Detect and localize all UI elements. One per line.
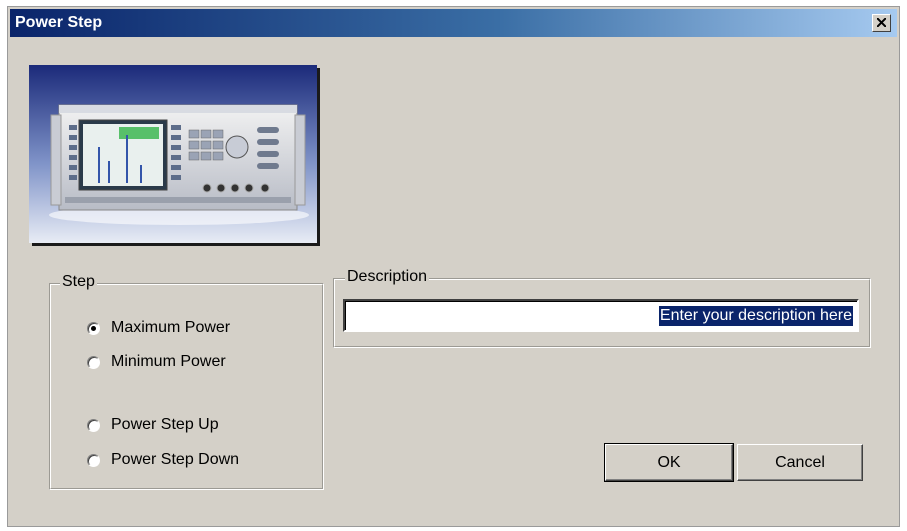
ok-button[interactable]: OK — [604, 443, 734, 482]
radio-indicator[interactable] — [87, 418, 100, 432]
radio-indicator[interactable] — [87, 453, 100, 467]
description-group: Description Enter your description here — [333, 268, 871, 348]
description-input[interactable]: Enter your description here — [343, 299, 859, 332]
radio-minimum-power[interactable]: Minimum Power — [87, 352, 226, 372]
close-button[interactable] — [872, 14, 891, 32]
radio-label: Minimum Power — [111, 353, 226, 370]
radio-label: Power Step Down — [111, 451, 240, 468]
cancel-button[interactable]: Cancel — [737, 444, 863, 481]
power-step-dialog: Power Step Step Maximum Power Minimum Po… — [7, 6, 900, 527]
radio-label: Power Step Up — [111, 416, 219, 433]
radio-power-step-down[interactable]: Power Step Down — [87, 450, 239, 470]
instrument-image — [29, 65, 317, 243]
description-group-title: Description — [345, 268, 430, 286]
radio-power-step-up[interactable]: Power Step Up — [87, 415, 219, 435]
title-bar[interactable]: Power Step — [10, 9, 897, 37]
step-group: Step Maximum Power Minimum Power Power S… — [49, 273, 324, 490]
window-title: Power Step — [15, 14, 103, 31]
radio-label: Maximum Power — [111, 319, 231, 336]
radio-maximum-power[interactable]: Maximum Power — [87, 318, 230, 338]
radio-indicator[interactable] — [87, 355, 100, 369]
radio-indicator[interactable] — [87, 321, 100, 335]
close-icon — [877, 18, 886, 27]
step-group-title: Step — [60, 273, 97, 291]
description-selected-text[interactable]: Enter your description here — [658, 306, 853, 326]
